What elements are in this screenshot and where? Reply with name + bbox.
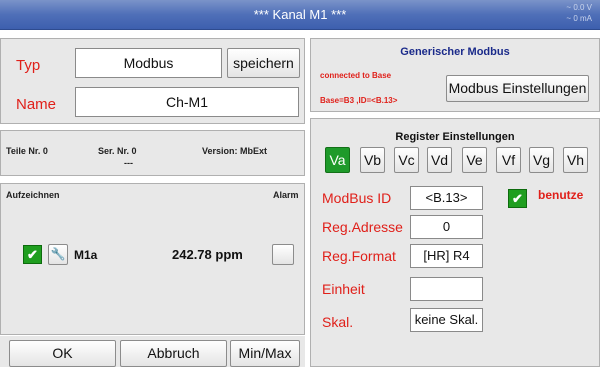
serial-number: Ser. Nr. 0: [98, 146, 137, 156]
recording-panel: [0, 183, 305, 335]
wrench-button[interactable]: 🔧: [48, 244, 68, 265]
modbus-id-label: ModBus ID: [322, 190, 392, 206]
use-label: benutze: [538, 188, 584, 202]
serial-number-sub: ---: [124, 158, 133, 168]
tab-vf[interactable]: Vf: [496, 147, 521, 173]
connection-status: connected to Base: [320, 71, 392, 80]
cancel-button[interactable]: Abbruch: [120, 340, 227, 367]
part-number: Teile Nr. 0: [6, 146, 48, 156]
tab-vg[interactable]: Vg: [529, 147, 554, 173]
name-field[interactable]: Ch-M1: [75, 87, 299, 117]
reg-address-field[interactable]: 0: [410, 215, 483, 239]
check-icon: ✔: [512, 191, 523, 206]
check-icon: ✔: [27, 247, 38, 262]
record-label: Aufzeichnen: [6, 190, 60, 200]
scale-label: Skal.: [322, 314, 354, 330]
register-section-title: Register Einstellungen: [395, 131, 515, 143]
reg-format-label: Reg.Format: [322, 248, 396, 264]
unit-label: Einheit: [322, 281, 365, 297]
name-label: Name: [16, 96, 57, 113]
base-id-status: Base=B3 ,ID=<B.13>: [320, 96, 398, 105]
tab-vc[interactable]: Vc: [394, 147, 419, 173]
measured-value: 242.78 ppm: [172, 247, 243, 262]
record-checkbox[interactable]: ✔: [23, 245, 42, 264]
version-info: Version: MbExt: [202, 146, 268, 156]
use-checkbox[interactable]: ✔: [508, 189, 527, 208]
window-title: *** Kanal M1 ***: [253, 7, 347, 22]
voltage-readout: ~ 0.0 V: [566, 3, 592, 12]
typ-label: Typ: [16, 57, 41, 74]
scale-field[interactable]: keine Skal.: [410, 308, 483, 332]
ok-button[interactable]: OK: [9, 340, 116, 367]
reg-format-field[interactable]: [HR] R4: [410, 244, 483, 268]
current-readout: ~ 0 mA: [566, 14, 592, 23]
tab-vb[interactable]: Vb: [360, 147, 385, 173]
typ-field[interactable]: Modbus: [75, 48, 222, 78]
signal-readout: ~ 0.0 V ~ 0 mA: [566, 2, 592, 24]
reg-address-label: Reg.Adresse: [322, 219, 403, 235]
unit-field[interactable]: [410, 277, 483, 301]
tab-ve[interactable]: Ve: [462, 147, 487, 173]
alarm-button[interactable]: [272, 244, 294, 265]
tab-va[interactable]: Va: [325, 147, 350, 173]
modbus-settings-button[interactable]: Modbus Einstellungen: [446, 75, 589, 102]
save-button[interactable]: speichern: [227, 48, 300, 78]
title-bar: *** Kanal M1 *** ~ 0.0 V ~ 0 mA: [0, 0, 600, 30]
channel-name: M1a: [74, 248, 98, 262]
tab-vd[interactable]: Vd: [427, 147, 452, 173]
modbus-section-title: Generischer Modbus: [400, 46, 510, 58]
alarm-label: Alarm: [273, 190, 299, 200]
minmax-button[interactable]: Min/Max: [230, 340, 300, 367]
wrench-icon: 🔧: [50, 247, 66, 261]
tab-vh[interactable]: Vh: [563, 147, 588, 173]
modbus-id-field[interactable]: <B.13>: [410, 186, 483, 210]
